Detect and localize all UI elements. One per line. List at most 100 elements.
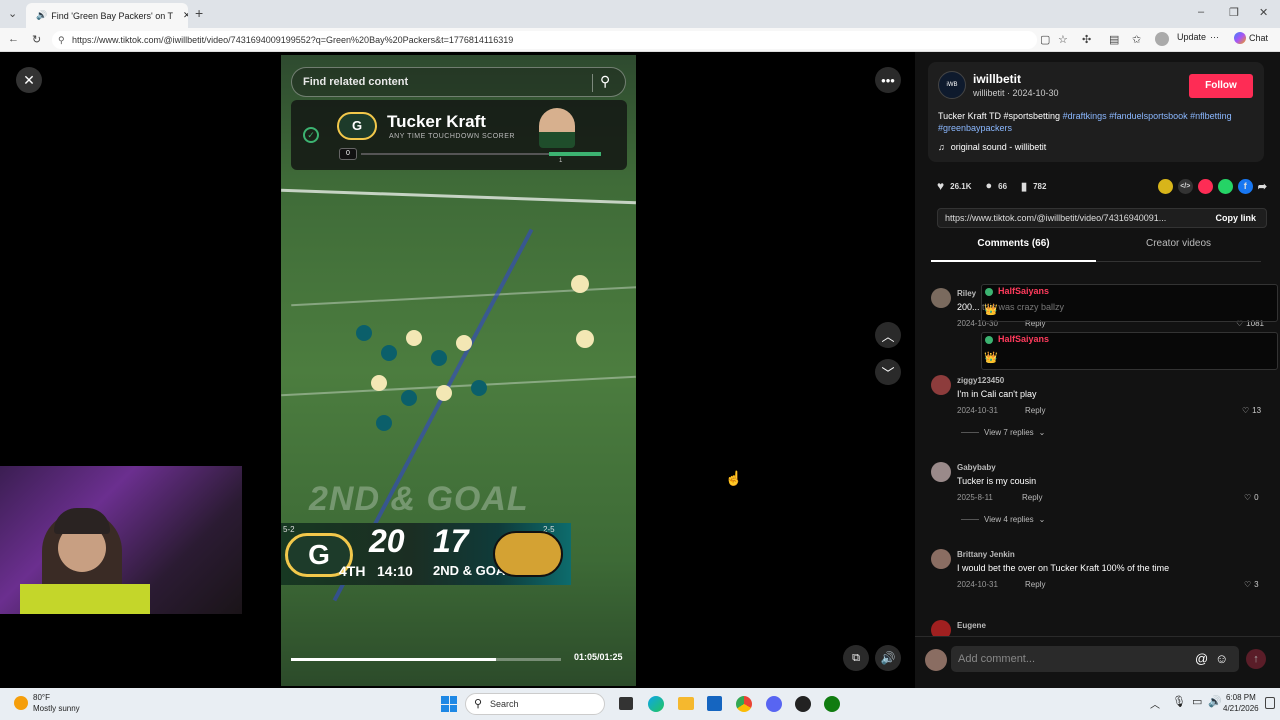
copy-link-button[interactable]: Copy link bbox=[1215, 213, 1256, 223]
clock-time[interactable]: 6:08 PM bbox=[1226, 693, 1256, 702]
creator-username[interactable]: iwillbetit bbox=[973, 72, 1021, 86]
emoji-icon[interactable]: ☺ bbox=[1215, 651, 1228, 666]
facebook-icon[interactable]: f bbox=[1237, 178, 1253, 194]
update-button[interactable]: Update ··· bbox=[1177, 32, 1219, 42]
previous-video-button[interactable]: ︿ bbox=[875, 322, 901, 348]
whatsapp-icon[interactable] bbox=[1217, 178, 1233, 194]
restore-icon[interactable]: ❐ bbox=[1229, 6, 1239, 19]
file-explorer-icon[interactable] bbox=[678, 697, 694, 710]
reply-button[interactable]: Reply bbox=[1025, 580, 1045, 589]
embed-icon[interactable]: </> bbox=[1177, 178, 1193, 194]
minimize-icon[interactable]: – bbox=[1198, 6, 1204, 18]
obs-icon[interactable] bbox=[795, 696, 811, 712]
network-icon[interactable]: ▭ bbox=[1192, 695, 1202, 708]
volume-button[interactable]: 🔊 bbox=[875, 645, 901, 671]
chrome-icon[interactable] bbox=[736, 696, 752, 712]
commenter-avatar[interactable] bbox=[931, 288, 951, 308]
comment-likes[interactable]: ♡ 0 bbox=[1244, 493, 1259, 502]
next-video-button[interactable]: ﹀ bbox=[875, 359, 901, 385]
share-arrow-icon[interactable]: ➦ bbox=[1258, 180, 1267, 193]
more-dots-icon: ··· bbox=[1210, 32, 1220, 42]
post-comment-button[interactable]: ↑ bbox=[1246, 649, 1266, 669]
commenter-name[interactable]: ziggy123450 bbox=[957, 376, 1004, 385]
weather-icon[interactable] bbox=[14, 696, 28, 710]
browser-tab[interactable]: 🔊 Find 'Green Bay Packers' on T ✕ bbox=[26, 3, 188, 28]
reader-icon[interactable]: ▢ bbox=[1040, 33, 1050, 46]
copilot-chat-button[interactable]: Chat bbox=[1234, 32, 1268, 44]
profile-avatar[interactable] bbox=[1155, 32, 1169, 46]
close-window-icon[interactable]: ✕ bbox=[1259, 6, 1268, 19]
favorites-icon[interactable]: ✩ bbox=[1132, 33, 1141, 46]
close-tab-icon[interactable]: ✕ bbox=[183, 10, 188, 21]
commenter-avatar[interactable] bbox=[931, 375, 951, 395]
caption-text: Tucker Kraft TD #sportsbetting bbox=[938, 111, 1063, 121]
like-count: 13 bbox=[1252, 406, 1262, 415]
sound-row[interactable]: ♫ original sound - willibetit bbox=[938, 142, 1046, 152]
microphone-icon[interactable]: 🎙 bbox=[1172, 695, 1186, 708]
favorite-star-icon[interactable]: ☆ bbox=[1058, 33, 1068, 46]
tab-list-chevron-icon[interactable]: ⌄ bbox=[8, 7, 17, 20]
follow-button[interactable]: Follow bbox=[1189, 74, 1253, 98]
commenter-name[interactable]: Eugene bbox=[957, 621, 986, 630]
edge-icon[interactable] bbox=[648, 696, 664, 712]
creator-avatar[interactable]: iWB bbox=[938, 71, 966, 99]
tab-creator-videos[interactable]: Creator videos bbox=[1096, 238, 1261, 262]
more-options-button[interactable]: ••• bbox=[875, 67, 901, 93]
overlay-check-icon bbox=[985, 288, 993, 296]
close-video-button[interactable]: ✕ bbox=[16, 67, 42, 93]
store-icon[interactable] bbox=[707, 696, 722, 711]
taskbar-search[interactable]: ⚲ Search bbox=[465, 693, 605, 715]
start-windows-icon[interactable] bbox=[441, 696, 457, 712]
comment-likes[interactable]: ♡ 13 bbox=[1242, 406, 1261, 415]
music-note-icon: ♫ bbox=[938, 142, 945, 152]
address-bar-row: ← ↻ ⚲ https://www.tiktok.com/@iwillbetit… bbox=[0, 28, 1280, 52]
xbox-icon[interactable] bbox=[824, 696, 840, 712]
reply-button[interactable]: Reply bbox=[1025, 406, 1045, 415]
url-field[interactable]: ⚲ https://www.tiktok.com/@iwillbetit/vid… bbox=[52, 31, 1037, 49]
commenter-name[interactable]: Riley bbox=[957, 289, 976, 298]
refresh-icon[interactable]: ↻ bbox=[32, 33, 41, 46]
task-view-icon[interactable] bbox=[619, 697, 633, 710]
weather-temp[interactable]: 80°F bbox=[33, 693, 50, 702]
video-timeline[interactable] bbox=[291, 658, 561, 661]
discord-icon[interactable] bbox=[766, 696, 782, 712]
reply-button[interactable]: Reply bbox=[1022, 493, 1042, 502]
view-replies-button[interactable]: View 7 replies ⌄ bbox=[961, 428, 1045, 437]
tray-chevron-icon[interactable]: ︿ bbox=[1150, 696, 1160, 711]
weather-desc[interactable]: Mostly sunny bbox=[33, 704, 80, 713]
find-related-search-bar[interactable]: Find related content ⚲ bbox=[291, 67, 626, 97]
heart-icon[interactable]: ♥ bbox=[937, 179, 944, 193]
comment-icon[interactable]: ● bbox=[985, 180, 992, 192]
beanie bbox=[54, 508, 110, 534]
heart-outline-icon: ♡ bbox=[1244, 580, 1252, 589]
add-comment-bar: Add comment... @ ☺ ↑ bbox=[915, 636, 1280, 688]
extensions-icon[interactable]: ✣ bbox=[1082, 33, 1091, 46]
commenter-avatar[interactable] bbox=[931, 549, 951, 569]
speaker-icon[interactable]: 🔊 bbox=[1208, 695, 1222, 708]
action-row: ♥ 26.1K ● 66 ▮ 782 </> f ➦ bbox=[937, 177, 1267, 195]
notifications-icon[interactable] bbox=[1265, 697, 1275, 709]
split-screen-icon[interactable]: ▤ bbox=[1109, 33, 1119, 46]
commenter-name[interactable]: Brittany Jenkin bbox=[957, 550, 1015, 559]
taskbar: 80°F Mostly sunny ⚲ Search ︿ 🎙 ▭ 🔊 6:08 … bbox=[0, 688, 1280, 720]
view-replies-button[interactable]: View 4 replies ⌄ bbox=[961, 515, 1045, 524]
commenter-name[interactable]: Gabybaby bbox=[957, 463, 996, 472]
coin-icon[interactable] bbox=[1157, 178, 1173, 194]
mention-icon[interactable]: @ bbox=[1195, 651, 1208, 666]
add-comment-input[interactable]: Add comment... @ ☺ bbox=[951, 646, 1239, 672]
my-avatar[interactable] bbox=[925, 649, 947, 671]
video-player[interactable]: 2ND & GOAL Find related content ⚲ ✓ G Tu… bbox=[281, 55, 636, 686]
receiver-player bbox=[571, 275, 589, 293]
commenter-avatar[interactable] bbox=[931, 462, 951, 482]
bookmark-icon[interactable]: ▮ bbox=[1021, 180, 1027, 193]
commenter-avatar[interactable] bbox=[931, 620, 951, 636]
pip-button[interactable]: ⧉ bbox=[843, 645, 869, 671]
back-icon[interactable]: ← bbox=[8, 33, 19, 45]
clock-date[interactable]: 4/21/2026 bbox=[1223, 704, 1259, 713]
new-tab-icon[interactable]: + bbox=[195, 5, 203, 21]
comment-likes[interactable]: ♡ 3 bbox=[1244, 580, 1259, 589]
tab-comments[interactable]: Comments (66) bbox=[931, 238, 1096, 262]
like-count: 3 bbox=[1254, 580, 1259, 589]
send-icon[interactable] bbox=[1197, 178, 1213, 194]
search-icon[interactable]: ⚲ bbox=[600, 73, 610, 90]
